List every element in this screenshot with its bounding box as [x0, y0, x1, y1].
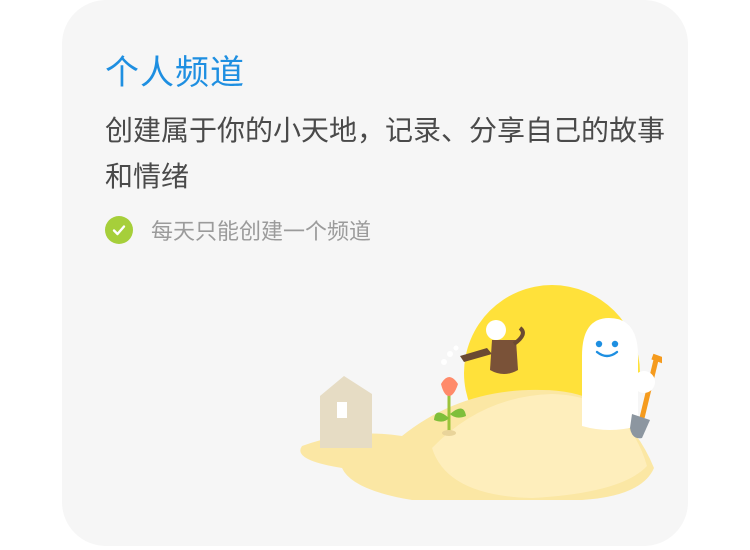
- card-title: 个人频道: [105, 53, 245, 93]
- card-description: 创建属于你的小天地，记录、分享自己的故事和情绪: [105, 114, 666, 193]
- personal-channel-card[interactable]: 个人频道 创建属于你的小天地，记录、分享自己的故事和情绪 每天只能创建一个频道: [62, 0, 688, 546]
- personal-garden-illustration: [300, 285, 662, 500]
- checkmark-icon: [105, 216, 133, 244]
- limit-note-text: 每天只能创建一个频道: [151, 220, 372, 245]
- limit-note: 每天只能创建一个频道: [105, 212, 371, 248]
